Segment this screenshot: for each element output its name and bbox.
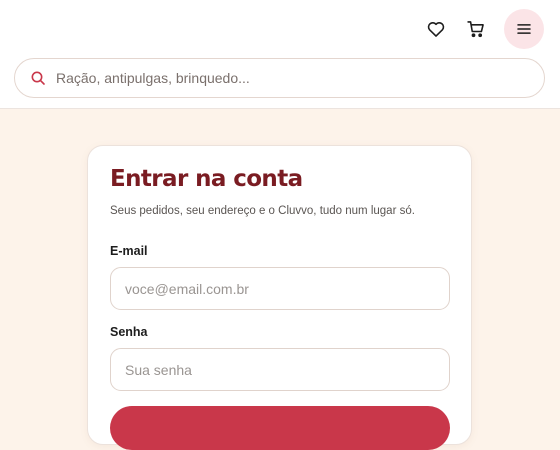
search-icon xyxy=(30,70,46,86)
search-input[interactable] xyxy=(56,70,526,86)
search-bar[interactable] xyxy=(14,58,545,98)
submit-button[interactable] xyxy=(110,406,450,450)
password-label: Senha xyxy=(110,325,148,339)
menu-button[interactable] xyxy=(504,9,544,49)
heart-icon xyxy=(426,19,446,39)
cart-button[interactable] xyxy=(458,11,494,47)
menu-icon xyxy=(515,20,533,38)
top-bar xyxy=(0,0,560,109)
email-field[interactable] xyxy=(110,267,450,310)
login-subtitle: Seus pedidos, seu endereço e o Cluvvo, t… xyxy=(110,205,415,217)
favorites-button[interactable] xyxy=(418,11,454,47)
page-title: Entrar na conta xyxy=(110,166,303,192)
cart-icon xyxy=(466,19,486,39)
email-label: E-mail xyxy=(110,244,148,258)
login-card: Entrar na conta Seus pedidos, seu endere… xyxy=(87,145,472,450)
password-field[interactable] xyxy=(110,348,450,391)
